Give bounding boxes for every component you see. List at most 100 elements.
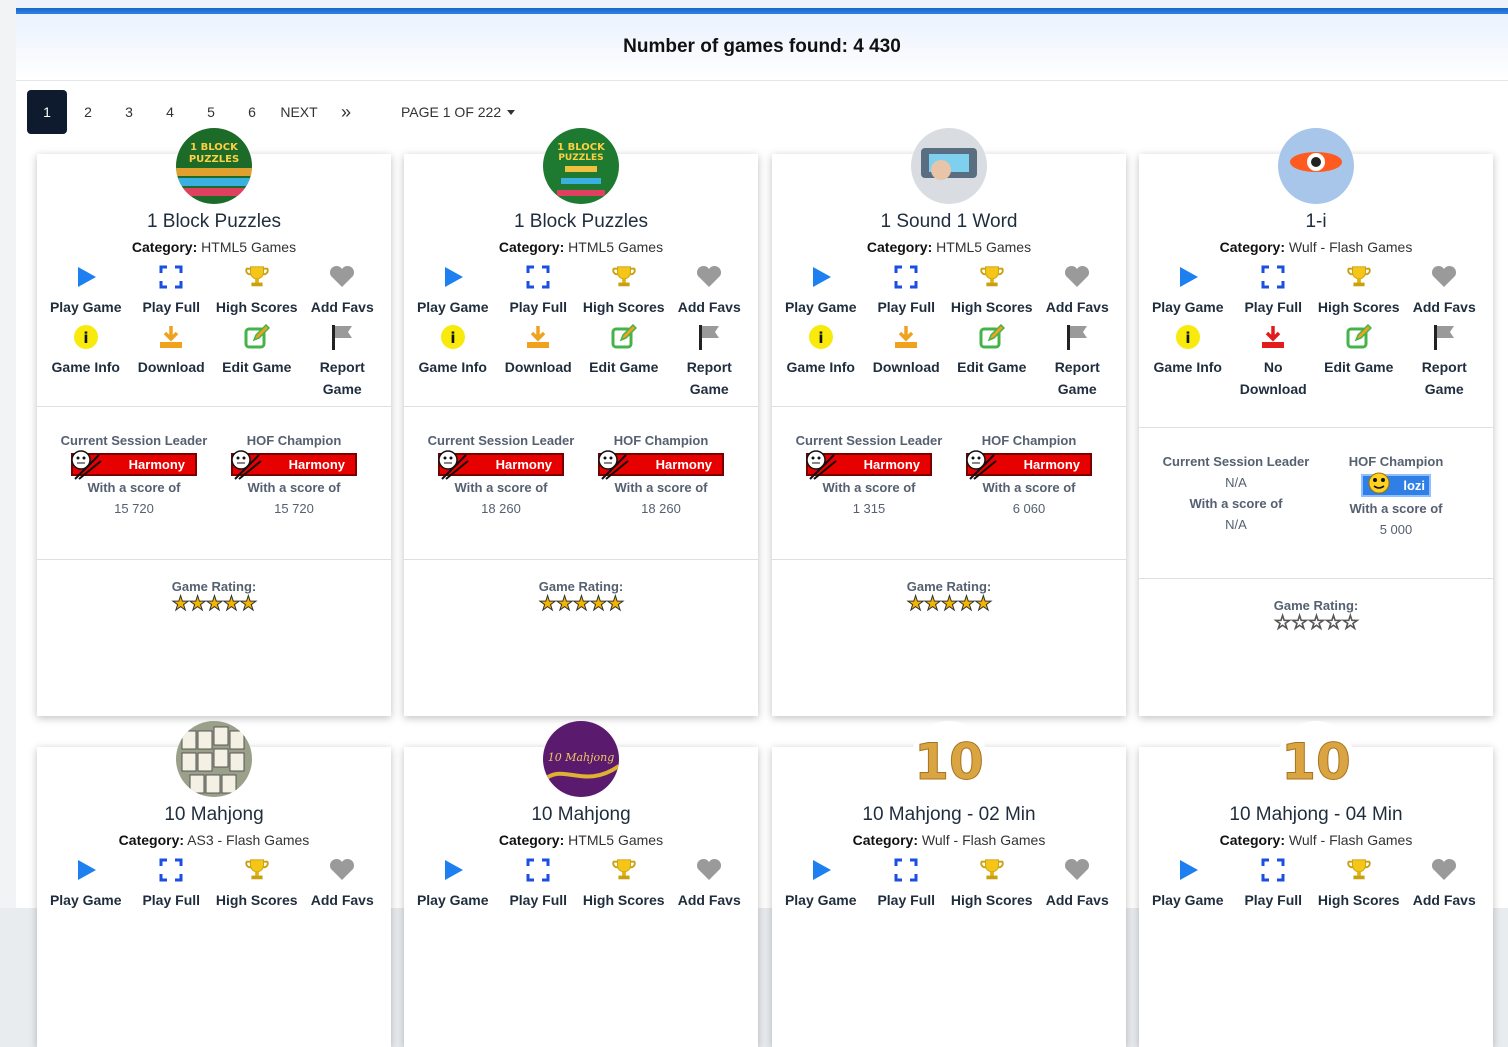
session-leader-badge[interactable]: Harmony <box>806 450 932 480</box>
add-favs-button[interactable]: Add Favs <box>667 264 751 318</box>
edit-game-button[interactable]: Edit Game <box>215 324 299 400</box>
game-info-button[interactable]: i Game Info <box>1146 324 1230 400</box>
game-info-button[interactable]: i Game Info <box>411 324 495 400</box>
game-title[interactable]: 10 Mahjong - 02 Min <box>772 804 1126 826</box>
play-game-button[interactable]: Play Game <box>411 857 495 911</box>
play-full-button[interactable]: Play Full <box>129 264 213 318</box>
game-title[interactable]: 1-i <box>1139 211 1493 233</box>
session-leader-badge[interactable]: Harmony <box>71 450 197 480</box>
download-button[interactable]: Download <box>496 324 580 400</box>
edit-game-button[interactable]: Edit Game <box>950 324 1034 400</box>
session-leader: Current Session Leader Harmony With a scor… <box>54 430 214 519</box>
edit-game-button[interactable]: Edit Game <box>582 324 666 400</box>
page-select-dropdown[interactable]: PAGE 1 OF 222 <box>401 104 516 120</box>
category-value: HTML5 Games <box>201 239 297 255</box>
left-gutter <box>0 0 16 908</box>
add-favs-button[interactable]: Add Favs <box>1402 264 1486 318</box>
game-thumbnail[interactable] <box>176 721 252 797</box>
game-thumbnail[interactable]: 10 Mahjong <box>543 721 619 797</box>
game-info-button[interactable]: i Game Info <box>779 324 863 400</box>
page-2-link[interactable]: 2 <box>68 90 108 134</box>
report-game-button[interactable]: Report Game <box>1402 324 1486 400</box>
page-1-link[interactable]: 1 <box>27 90 67 134</box>
add-favs-button[interactable]: Add Favs <box>300 264 384 318</box>
add-favs-button[interactable]: Add Favs <box>1035 264 1119 318</box>
add-favs-button[interactable]: Add Favs <box>667 857 751 911</box>
game-title[interactable]: 10 Mahjong - 04 Min <box>1139 804 1493 826</box>
game-thumbnail[interactable]: 1 BLOCK PUZZLES <box>543 128 619 204</box>
game-title[interactable]: 10 Mahjong <box>404 804 758 826</box>
no-download-button[interactable]: No Download <box>1231 324 1315 400</box>
game-rating-label: Game Rating: <box>906 579 992 594</box>
game-thumbnail[interactable]: 10 <box>1278 721 1354 797</box>
rating-stars[interactable]: ★★★★★ <box>772 594 1126 615</box>
play-game-button-label: Play Game <box>49 299 122 315</box>
high-scores-button[interactable]: High Scores <box>950 857 1034 911</box>
play-full-button[interactable]: Play Full <box>864 857 948 911</box>
play-game-button[interactable]: Play Game <box>44 857 128 911</box>
high-scores-button[interactable]: High Scores <box>950 264 1034 318</box>
page-4-link[interactable]: 4 <box>150 90 190 134</box>
high-scores-button[interactable]: High Scores <box>1317 264 1401 318</box>
high-scores-button[interactable]: High Scores <box>215 264 299 318</box>
hof-champion-badge[interactable]: Harmony <box>598 450 724 480</box>
hof-champion-badge[interactable]: Harmony <box>231 450 357 480</box>
edit-icon <box>979 324 1005 350</box>
game-info-button-label: Game Info <box>51 359 120 375</box>
game-thumbnail[interactable]: 1 BLOCK PUZZLES <box>176 128 252 204</box>
game-info-button[interactable]: i Game Info <box>44 324 128 400</box>
high-scores-button[interactable]: High Scores <box>582 264 666 318</box>
session-leader-badge[interactable]: Harmony <box>438 450 564 480</box>
download-button[interactable]: Download <box>129 324 213 400</box>
high-scores-button[interactable]: High Scores <box>215 857 299 911</box>
play-full-button[interactable]: Play Full <box>864 264 948 318</box>
play-full-button[interactable]: Play Full <box>1231 857 1315 911</box>
play-game-button[interactable]: Play Game <box>44 264 128 318</box>
report-game-button[interactable]: Report Game <box>300 324 384 400</box>
play-game-button[interactable]: Play Game <box>1146 264 1230 318</box>
game-thumbnail[interactable]: 10 <box>911 721 987 797</box>
high-scores-button[interactable]: High Scores <box>1317 857 1401 911</box>
next-page-link[interactable]: NEXT <box>273 90 325 134</box>
high-scores-button[interactable]: High Scores <box>582 857 666 911</box>
play-full-button[interactable]: Play Full <box>496 857 580 911</box>
add-favs-button[interactable]: Add Favs <box>1035 857 1119 911</box>
play-full-button[interactable]: Play Full <box>129 857 213 911</box>
game-title[interactable]: 1 Block Puzzles <box>37 211 391 233</box>
play-full-button[interactable]: Play Full <box>496 264 580 318</box>
last-page-icon[interactable]: » <box>326 90 366 134</box>
edit-game-button[interactable]: Edit Game <box>1317 324 1401 400</box>
rating-stars[interactable]: ☆☆☆☆☆ <box>1139 613 1493 634</box>
download-button[interactable]: Download <box>864 324 948 400</box>
play-game-button-label: Play Game <box>784 299 857 315</box>
play-icon <box>1175 264 1201 290</box>
trophy-icon <box>979 264 1005 290</box>
game-thumbnail[interactable] <box>911 128 987 204</box>
play-game-button[interactable]: Play Game <box>779 264 863 318</box>
play-full-button-label: Play Full <box>509 299 568 315</box>
play-game-button[interactable]: Play Game <box>1146 857 1230 911</box>
page-3-link[interactable]: 3 <box>109 90 149 134</box>
hof-champion: HOF Champion Harmony With a score of 18 260 <box>581 430 741 519</box>
play-game-button[interactable]: Play Game <box>779 857 863 911</box>
play-full-button[interactable]: Play Full <box>1231 264 1315 318</box>
rating-stars[interactable]: ★★★★★ <box>37 594 391 615</box>
edit-game-button-label: Edit Game <box>589 359 659 375</box>
rating-stars[interactable]: ★★★★★ <box>404 594 758 615</box>
flag-icon <box>1431 324 1457 350</box>
hof-champion-badge[interactable]: lozi <box>1361 472 1431 497</box>
report-game-button[interactable]: Report Game <box>1035 324 1119 400</box>
play-game-button[interactable]: Play Game <box>411 264 495 318</box>
add-favs-button[interactable]: Add Favs <box>1402 857 1486 911</box>
report-game-button[interactable]: Report Game <box>667 324 751 400</box>
game-title[interactable]: 1 Sound 1 Word <box>772 211 1126 233</box>
add-favs-button[interactable]: Add Favs <box>300 857 384 911</box>
svg-text:i: i <box>83 329 88 347</box>
page-6-link[interactable]: 6 <box>232 90 272 134</box>
game-thumbnail[interactable] <box>1278 128 1354 204</box>
game-title[interactable]: 10 Mahjong <box>37 804 391 826</box>
play-icon <box>1175 857 1201 883</box>
hof-champion-badge[interactable]: Harmony <box>966 450 1092 480</box>
game-title[interactable]: 1 Block Puzzles <box>404 211 758 233</box>
category-value: HTML5 Games <box>936 239 1032 255</box>
